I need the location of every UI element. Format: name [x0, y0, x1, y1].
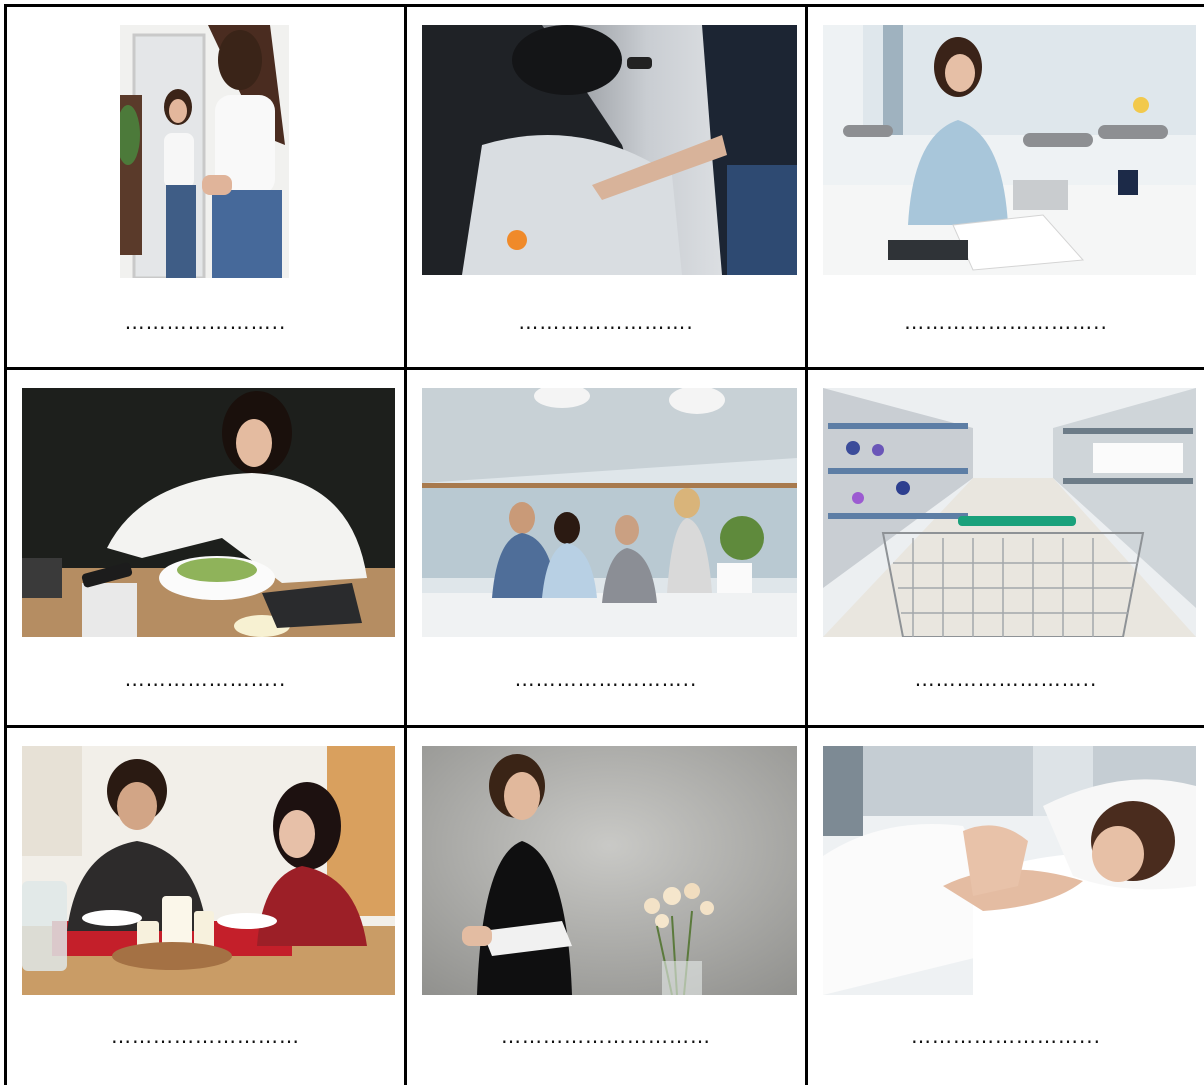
picture-worksheet-grid: ………………….. ……………………. ……………………….. ………………….…: [0, 0, 1204, 1085]
woman-working-at-office-desk-photo: [823, 25, 1196, 275]
answer-blank-2[interactable]: …………………….: [407, 310, 805, 334]
worksheet-cell-7: ………………………: [7, 728, 404, 1085]
worksheet-cell-5: ……………………..: [407, 370, 805, 725]
worksheet-cell-2: …………………….: [407, 7, 805, 367]
woman-trying-on-jeans-mirror-photo: [120, 25, 289, 278]
woman-eating-salad-photo: [22, 388, 395, 637]
answer-blank-1[interactable]: …………………..: [7, 310, 404, 334]
woman-sleeping-in-bed-photo: [823, 746, 1196, 995]
worksheet-cell-3: ………………………..: [808, 7, 1204, 367]
person-unlocking-car-photo: [422, 25, 797, 275]
team-meeting-office-photo: [422, 388, 797, 637]
answer-blank-8[interactable]: …………………………: [407, 1024, 805, 1048]
answer-blank-5[interactable]: ……………………..: [407, 667, 805, 691]
answer-blank-4[interactable]: …………………..: [7, 667, 404, 691]
answer-blank-9[interactable]: ……………………...: [808, 1024, 1204, 1048]
answer-blank-3[interactable]: ………………………..: [808, 310, 1204, 334]
worksheet-cell-4: …………………..: [7, 370, 404, 725]
answer-blank-7[interactable]: ………………………: [7, 1024, 404, 1048]
supermarket-shopping-cart-photo: [823, 388, 1196, 637]
worksheet-cell-8: …………………………: [407, 728, 805, 1085]
worksheet-cell-1: …………………..: [7, 7, 404, 367]
woman-reading-book-photo: [422, 746, 797, 995]
worksheet-cell-9: ……………………...: [808, 728, 1204, 1085]
couple-dinner-candles-photo: [22, 746, 395, 995]
worksheet-cell-6: ……………………..: [808, 370, 1204, 725]
answer-blank-6[interactable]: ……………………..: [808, 667, 1204, 691]
